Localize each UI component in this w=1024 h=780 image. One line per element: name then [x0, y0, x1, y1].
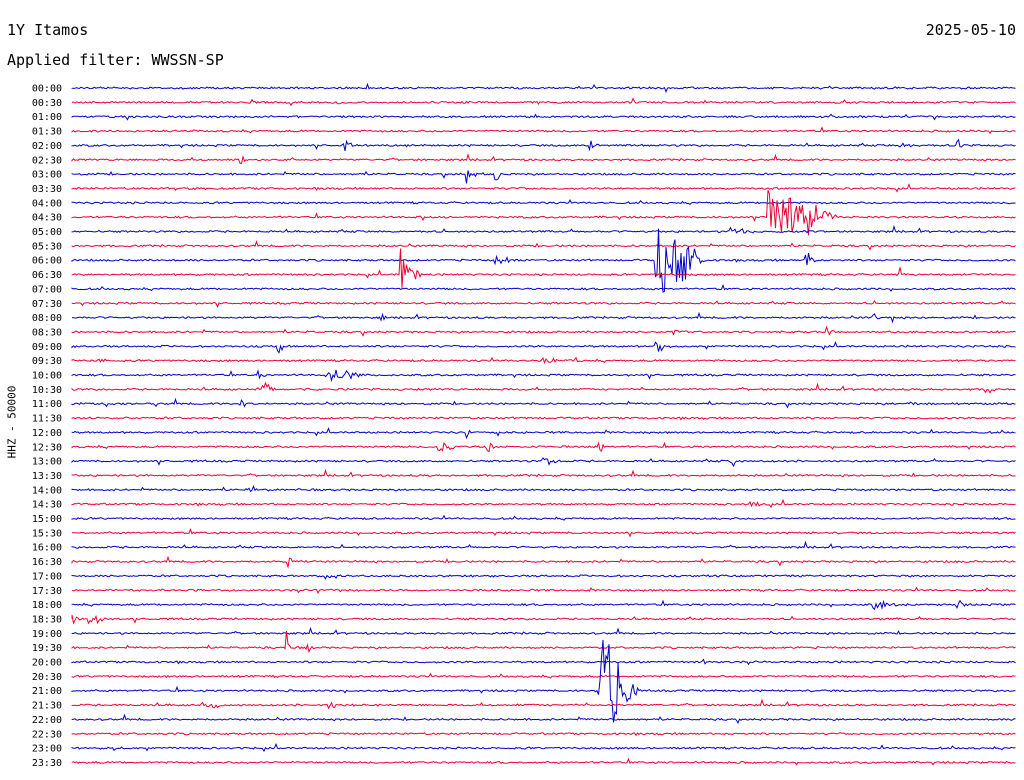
trace-line: [71, 138, 1016, 152]
time-label: 15:00: [32, 514, 62, 525]
time-label: 20:30: [32, 672, 62, 683]
trace-line: [71, 248, 1016, 288]
trace-line: [71, 441, 1016, 453]
trace-line: [71, 325, 1016, 337]
time-label: 16:30: [32, 557, 62, 568]
time-label: 13:30: [32, 471, 62, 482]
trace-line: [71, 82, 1016, 94]
time-label: 10:30: [32, 385, 62, 396]
time-label: 05:00: [32, 227, 62, 238]
trace-line: [71, 228, 1016, 293]
trace-line: [71, 514, 1016, 521]
trace-line: [71, 240, 1016, 251]
time-label: 10:00: [32, 371, 62, 382]
trace-line: [71, 356, 1016, 365]
time-label: 21:00: [32, 686, 62, 697]
trace-line: [71, 742, 1016, 753]
time-label: 23:30: [32, 758, 62, 769]
time-label: 07:30: [32, 299, 62, 310]
trace-line: [71, 341, 1016, 354]
trace-line: [71, 416, 1016, 421]
time-label: 08:30: [32, 327, 62, 338]
time-label: 06:30: [32, 270, 62, 281]
time-label-group: 00:00 00:30 01:00 01:30 02:00 02:30 03:00 03:30…: [32, 84, 62, 769]
time-label: 14:00: [32, 485, 62, 496]
time-label: 11:00: [32, 399, 62, 410]
trace-line: [71, 757, 1016, 766]
trace-line: [71, 574, 1016, 580]
trace-line: [71, 381, 1016, 394]
time-label: 20:00: [32, 658, 62, 669]
trace-line: [71, 457, 1016, 468]
time-label: 17:30: [32, 586, 62, 597]
time-label: 03:30: [32, 184, 62, 195]
y-axis-label: HHZ - 50000: [5, 385, 19, 459]
time-label: 09:00: [32, 342, 62, 353]
trace-line: [71, 126, 1016, 135]
trace-line: [71, 397, 1016, 409]
time-label: 08:00: [32, 313, 62, 324]
trace-line: [71, 614, 1016, 625]
trace-line: [71, 626, 1016, 636]
time-label: 15:30: [32, 528, 62, 539]
time-label: 00:30: [32, 98, 62, 109]
trace-line: [71, 527, 1016, 538]
trace-line: [71, 658, 1016, 666]
time-label: 23:00: [32, 744, 62, 755]
trace-line: [71, 698, 1016, 710]
time-label: 07:00: [32, 284, 62, 295]
time-label: 21:30: [32, 701, 62, 712]
trace-line: [71, 713, 1016, 725]
trace-line: [71, 586, 1016, 594]
time-label: 19:00: [32, 629, 62, 640]
helicorder-plot: 00:00 00:30 01:00 01:30 02:00 02:30 03:00 03:30…: [32, 82, 1016, 769]
time-label: 03:00: [32, 170, 62, 181]
time-label: 22:30: [32, 729, 62, 740]
trace-line: [71, 498, 1016, 509]
time-label: 06:00: [32, 256, 62, 267]
time-label: 18:00: [32, 600, 62, 611]
time-label: 17:00: [32, 571, 62, 582]
time-label: 02:00: [32, 141, 62, 152]
trace-line: [71, 732, 1016, 737]
time-label: 02:30: [32, 155, 62, 166]
time-label: 13:00: [32, 457, 62, 468]
time-label: 09:30: [32, 356, 62, 367]
trace-line: [71, 113, 1016, 121]
trace-line: [71, 639, 1016, 723]
time-label: 04:30: [32, 213, 62, 224]
time-label: 01:30: [32, 127, 62, 138]
trace-line: [71, 540, 1016, 549]
trace-line: [71, 199, 1016, 206]
trace-line: [71, 672, 1016, 679]
time-label: 12:00: [32, 428, 62, 439]
time-label: 16:00: [32, 543, 62, 554]
time-label: 19:30: [32, 643, 62, 654]
time-label: 11:30: [32, 414, 62, 425]
trace-line: [71, 599, 1016, 611]
time-label: 22:00: [32, 715, 62, 726]
time-label: 00:00: [32, 84, 62, 95]
trace-line: [71, 170, 1016, 184]
time-label: 14:30: [32, 500, 62, 511]
time-label: 12:30: [32, 442, 62, 453]
time-label: 18:30: [32, 614, 62, 625]
trace-line: [71, 153, 1016, 165]
trace-line: [71, 369, 1016, 383]
time-label: 04:00: [32, 198, 62, 209]
trace-group: [71, 82, 1016, 766]
trace-line: [71, 468, 1016, 478]
trace-line: [71, 97, 1016, 107]
trace-line: [71, 427, 1016, 440]
trace-line: [71, 485, 1016, 493]
trace-line: [71, 555, 1016, 569]
time-label: 05:30: [32, 241, 62, 252]
trace-line: [71, 183, 1016, 193]
trace-line: [71, 224, 1016, 234]
trace-line: [71, 283, 1016, 292]
trace-line: [71, 299, 1016, 308]
trace-line: [71, 190, 1016, 236]
time-label: 01:00: [32, 112, 62, 123]
trace-line: [71, 311, 1016, 324]
